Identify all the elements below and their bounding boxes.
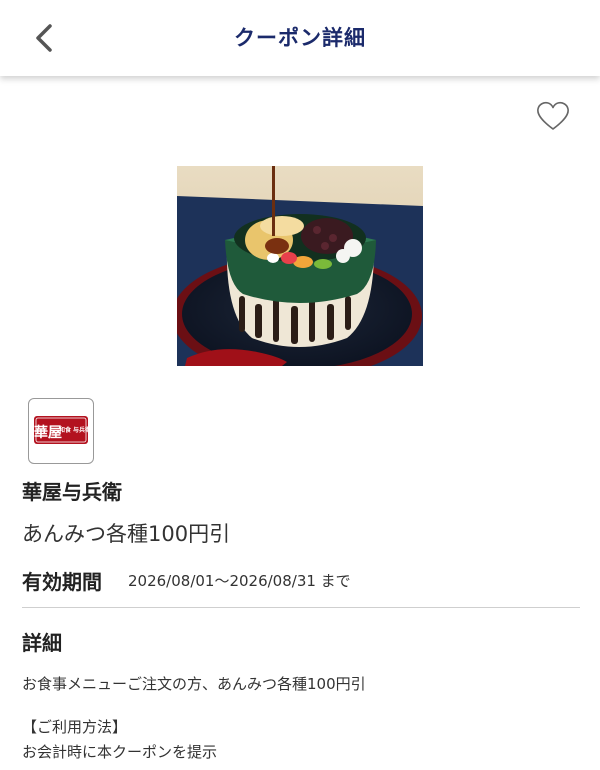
coupon-product-image [177, 166, 423, 366]
usage-text: お会計時に本クーポンを提示 [22, 743, 218, 761]
valid-period-value: 2026/08/01～2026/08/31 まで [128, 572, 351, 590]
coupon-title: あんみつ各種100円引 [22, 522, 231, 546]
logo-text: 華屋 [34, 424, 62, 441]
usage-heading: 【ご利用方法】 [22, 718, 128, 736]
detail-text: お食事メニューご注文の方、あんみつ各種100円引 [22, 675, 366, 693]
divider [22, 607, 580, 608]
logo-subtext: 和食 与兵衛 [58, 426, 91, 434]
app-header: クーポン詳細 [0, 0, 600, 76]
page-title: クーポン詳細 [234, 26, 366, 50]
favorite-button[interactable] [535, 100, 571, 132]
store-name: 華屋与兵衛 [22, 480, 122, 504]
valid-period-label: 有効期間 [22, 570, 102, 594]
heart-outline-icon [537, 101, 569, 130]
detail-label: 詳細 [22, 631, 62, 655]
store-logo: 華屋 和食 与兵衛 [28, 398, 94, 464]
